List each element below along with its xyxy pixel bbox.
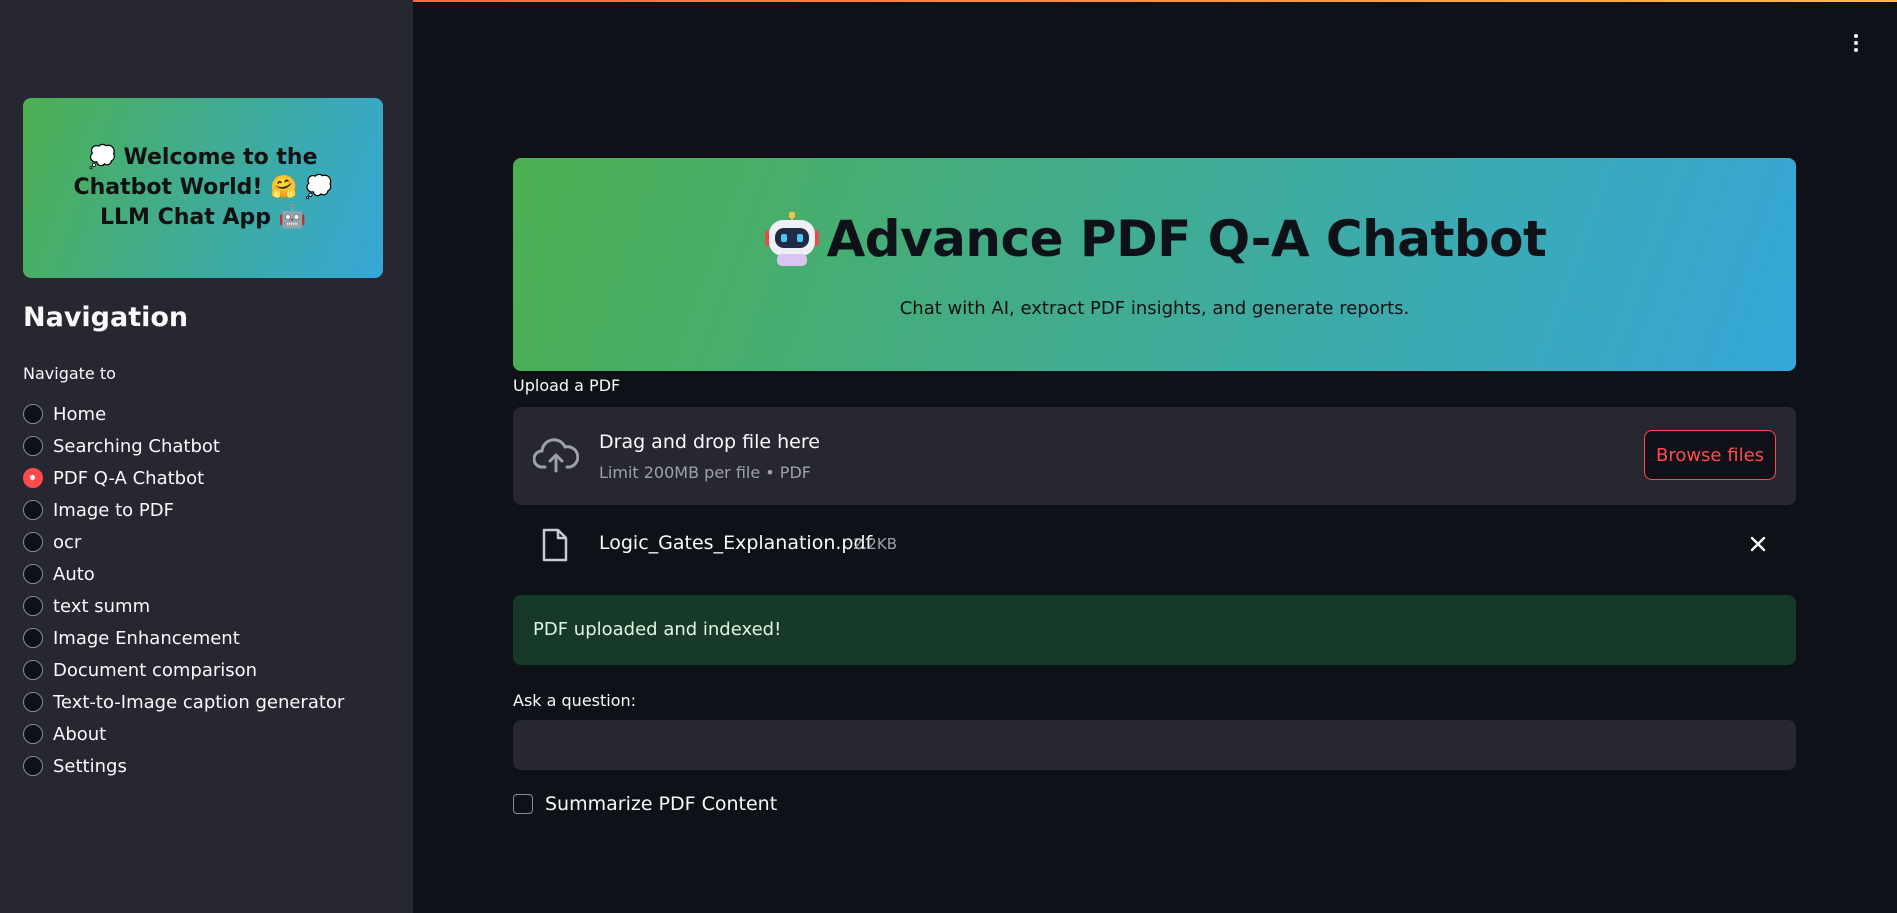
robot-icon xyxy=(764,212,819,266)
question-label: Ask a question: xyxy=(513,691,637,710)
file-dropzone[interactable]: Drag and drop file here Limit 200MB per … xyxy=(513,407,1796,505)
nav-item-label: Auto xyxy=(53,563,95,585)
file-name: Logic_Gates_Explanation.pdf xyxy=(599,532,873,554)
radio-button[interactable] xyxy=(23,596,43,616)
success-message: PDF uploaded and indexed! xyxy=(533,619,782,640)
radio-button[interactable] xyxy=(23,532,43,552)
radio-button-selected[interactable] xyxy=(23,468,43,488)
nav-item-document-comparison[interactable]: Document comparison xyxy=(23,654,344,686)
question-input[interactable] xyxy=(513,720,1796,770)
file-icon xyxy=(542,528,568,562)
radio-button[interactable] xyxy=(23,660,43,680)
navigate-to-label: Navigate to xyxy=(23,364,116,383)
nav-item-home[interactable]: Home xyxy=(23,398,344,430)
nav-item-about[interactable]: About xyxy=(23,718,344,750)
main-menu-button[interactable] xyxy=(1846,30,1866,56)
nav-item-label: PDF Q-A Chatbot xyxy=(53,467,205,489)
radio-button[interactable] xyxy=(23,724,43,744)
nav-item-label: ocr xyxy=(53,531,82,553)
nav-item-searching-chatbot[interactable]: Searching Chatbot xyxy=(23,430,344,462)
nav-item-text-summ[interactable]: text summ xyxy=(23,590,344,622)
nav-item-caption-generator[interactable]: Text-to-Image caption generator xyxy=(23,686,344,718)
nav-item-label: Searching Chatbot xyxy=(53,435,220,457)
success-alert: PDF uploaded and indexed! xyxy=(513,595,1796,665)
nav-item-label: Text-to-Image caption generator xyxy=(53,691,345,713)
upload-label: Upload a PDF xyxy=(513,376,621,395)
navigation-radio-group: Home Searching Chatbot PDF Q-A Chatbot I… xyxy=(23,398,344,782)
hero-title-row: Advance PDF Q-A Chatbot xyxy=(513,210,1796,268)
radio-button[interactable] xyxy=(23,564,43,584)
hero-title: Advance PDF Q-A Chatbot xyxy=(826,210,1547,268)
uploaded-file-row: Logic_Gates_Explanation.pdf 2.2KB xyxy=(513,522,1796,566)
dot-icon xyxy=(1854,34,1858,38)
summarize-checkbox[interactable] xyxy=(513,794,533,814)
file-size: 2.2KB xyxy=(853,535,897,553)
nav-item-label: Document comparison xyxy=(53,659,258,681)
dot-icon xyxy=(1854,41,1858,45)
nav-item-label: Settings xyxy=(53,755,127,777)
navigation-title: Navigation xyxy=(23,302,189,333)
nav-item-image-enhancement[interactable]: Image Enhancement xyxy=(23,622,344,654)
nav-item-label: About xyxy=(53,723,107,745)
browse-files-button[interactable]: Browse files xyxy=(1644,430,1776,480)
cloud-upload-icon xyxy=(533,438,579,473)
summarize-checkbox-row[interactable]: Summarize PDF Content xyxy=(513,793,777,815)
nav-item-pdf-qa-chatbot[interactable]: PDF Q-A Chatbot xyxy=(23,462,344,494)
nav-item-label: Home xyxy=(53,403,107,425)
hero-subtitle: Chat with AI, extract PDF insights, and … xyxy=(899,298,1410,319)
nav-item-ocr[interactable]: ocr xyxy=(23,526,344,558)
radio-button[interactable] xyxy=(23,404,43,424)
close-icon[interactable] xyxy=(1746,532,1770,556)
summarize-label: Summarize PDF Content xyxy=(545,793,778,815)
welcome-text: 💭 Welcome to the Chatbot World! 🤗 💭 LLM … xyxy=(73,145,333,230)
dot-icon xyxy=(1854,48,1858,52)
radio-button[interactable] xyxy=(23,628,43,648)
dropzone-title: Drag and drop file here xyxy=(599,431,820,453)
nav-item-image-to-pdf[interactable]: Image to PDF xyxy=(23,494,344,526)
nav-item-label: Image to PDF xyxy=(53,499,174,521)
nav-item-label: Image Enhancement xyxy=(53,627,240,649)
nav-item-label: text summ xyxy=(53,595,151,617)
sidebar: 💭 Welcome to the Chatbot World! 🤗 💭 LLM … xyxy=(0,0,413,913)
hero-banner: Advance PDF Q-A Chatbot Chat with AI, ex… xyxy=(513,158,1796,371)
nav-item-settings[interactable]: Settings xyxy=(23,750,344,782)
radio-button[interactable] xyxy=(23,756,43,776)
radio-button[interactable] xyxy=(23,500,43,520)
radio-button[interactable] xyxy=(23,436,43,456)
dropzone-limit: Limit 200MB per file • PDF xyxy=(599,463,811,482)
welcome-card: 💭 Welcome to the Chatbot World! 🤗 💭 LLM … xyxy=(23,98,383,278)
nav-item-auto[interactable]: Auto xyxy=(23,558,344,590)
radio-button[interactable] xyxy=(23,692,43,712)
